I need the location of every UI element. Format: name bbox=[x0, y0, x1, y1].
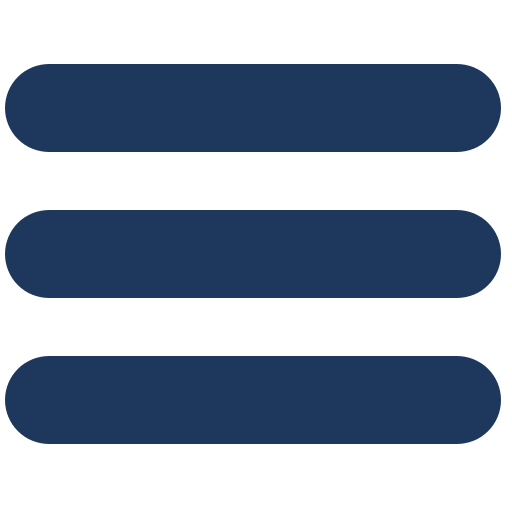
menu-bar-bottom bbox=[5, 356, 501, 444]
menu-bar-middle bbox=[5, 210, 501, 298]
menu-button[interactable] bbox=[0, 0, 512, 512]
hamburger-menu-icon bbox=[0, 0, 512, 512]
menu-bar-top bbox=[5, 64, 501, 152]
